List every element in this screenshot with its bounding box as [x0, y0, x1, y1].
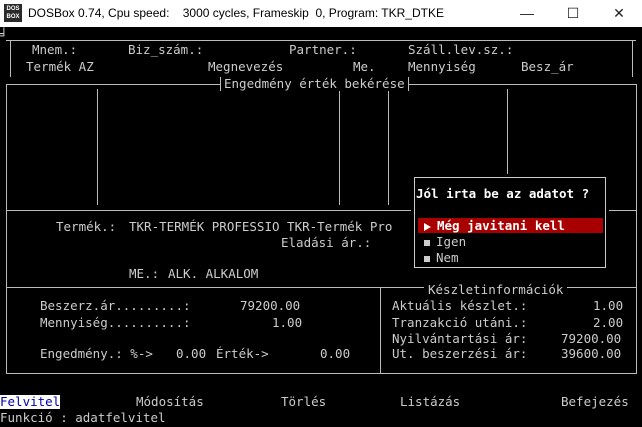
- mnem-label: Mnem.:: [32, 42, 78, 57]
- partner-label: Partner.:: [289, 42, 357, 57]
- option-meg-javitani[interactable]: Még javitani kell: [424, 219, 565, 233]
- bottom-border: [6, 373, 636, 374]
- right-border-upper: [632, 40, 633, 77]
- aktualis-keszlet-value: 1.00: [593, 298, 624, 313]
- col-header-termek-az: Termék AZ: [26, 59, 94, 74]
- top-border: [6, 40, 636, 41]
- ut-beszerzesi-ar-label: Ut. beszerzési ár:: [392, 346, 528, 361]
- col-header-mennyiseg: Mennyiség: [408, 59, 476, 74]
- ut-beszerzesi-ar-value: 39600.00: [561, 346, 622, 361]
- right-border: [636, 84, 637, 374]
- tranzakcio-utani-label: Tranzakció utáni.:: [392, 315, 528, 330]
- nyilvantartasi-ar-value: 79200.00: [561, 331, 622, 346]
- mennyiseg-label: Mennyiség..........:: [40, 315, 191, 330]
- eladasi-ar-label: Eladási ár.:: [281, 235, 372, 250]
- menu-modositas[interactable]: Módosítás: [136, 395, 204, 409]
- termek-value: TKR-TERMÉK PROFESSIO TKR-Termék Pro: [129, 219, 393, 234]
- engedmeny-label: Engedmény.: %->: [40, 346, 153, 361]
- mennyiseg-value: 1.00: [272, 315, 303, 330]
- stock-box-divider: [380, 287, 381, 373]
- menu-listazas[interactable]: Listázás: [400, 395, 460, 409]
- tranzakcio-utani-value: 2.00: [593, 315, 624, 330]
- me-label: ME.:: [129, 266, 160, 281]
- beszerz-ar-label: Beszerz.ár.........:: [40, 298, 191, 313]
- option-nem[interactable]: Nem: [424, 251, 459, 265]
- ertek-field[interactable]: 0.00: [320, 347, 350, 361]
- corner-mark: ╛: [0, 27, 8, 42]
- ertek-label: Érték->: [216, 346, 269, 361]
- grid-col-line: [388, 89, 389, 205]
- col-header-megnevezes: Megnevezés: [208, 59, 284, 74]
- left-border: [6, 84, 7, 374]
- option-nem-label: Nem: [436, 250, 459, 265]
- dosbox-app-icon: DOS BOX: [4, 4, 22, 22]
- panel-title: Engedmény érték bekérése: [220, 77, 409, 91]
- bullet-icon: [424, 239, 430, 246]
- grid-col-line: [339, 89, 340, 205]
- window-title: DOSBox 0.74, Cpu speed: 3000 cycles, Fra…: [28, 6, 444, 20]
- col-header-me: Me.: [353, 59, 376, 74]
- maximize-button[interactable]: ☐: [550, 0, 596, 27]
- option-igen[interactable]: Igen: [424, 235, 466, 249]
- beszerz-ar-value: 79200.00: [240, 298, 301, 313]
- dos-screen: ╛ Mnem.: Biz_szám.: Partner.: Száll.lev.…: [0, 27, 642, 427]
- option-meg-javitani-label: Még javitani kell: [437, 218, 565, 233]
- nyilvantartasi-ar-label: Nyilvántartási ár:: [392, 331, 528, 346]
- col-header-besz-ar: Besz_ár: [521, 59, 574, 74]
- minimize-button[interactable]: —: [504, 0, 550, 27]
- szall-lev-label: Száll.lev.sz.:: [408, 42, 514, 57]
- grid-col-line: [97, 89, 98, 205]
- bullet-icon: [424, 255, 430, 262]
- stock-title: Készletinformációk: [424, 283, 568, 297]
- engedmeny-percent-field[interactable]: 0.00: [176, 347, 206, 361]
- close-icon: ✕: [613, 5, 625, 21]
- left-border-upper: [10, 40, 11, 77]
- termek-label: Termék.:: [56, 219, 117, 234]
- biz-szam-label: Biz_szám.:: [128, 42, 204, 57]
- menu-felvitel[interactable]: Felvitel: [0, 395, 61, 409]
- selection-arrow-icon: [424, 222, 431, 231]
- close-button[interactable]: ✕: [596, 0, 642, 27]
- aktualis-keszlet-label: Aktuális készlet.:: [392, 298, 528, 313]
- dialog-question: Jól irta be az adatot ?: [416, 186, 590, 201]
- menu-befejezes[interactable]: Befejezés: [561, 395, 629, 409]
- window-titlebar: DOS BOX DOSBox 0.74, Cpu speed: 3000 cyc…: [0, 0, 642, 27]
- menu-torles[interactable]: Törlés: [281, 395, 326, 409]
- status-line: Funkció : adatfelvitel: [0, 410, 166, 425]
- minimize-icon: —: [520, 5, 534, 21]
- maximize-icon: ☐: [566, 5, 580, 21]
- me-value: ALK. ALKALOM: [168, 266, 259, 281]
- option-igen-label: Igen: [436, 234, 467, 249]
